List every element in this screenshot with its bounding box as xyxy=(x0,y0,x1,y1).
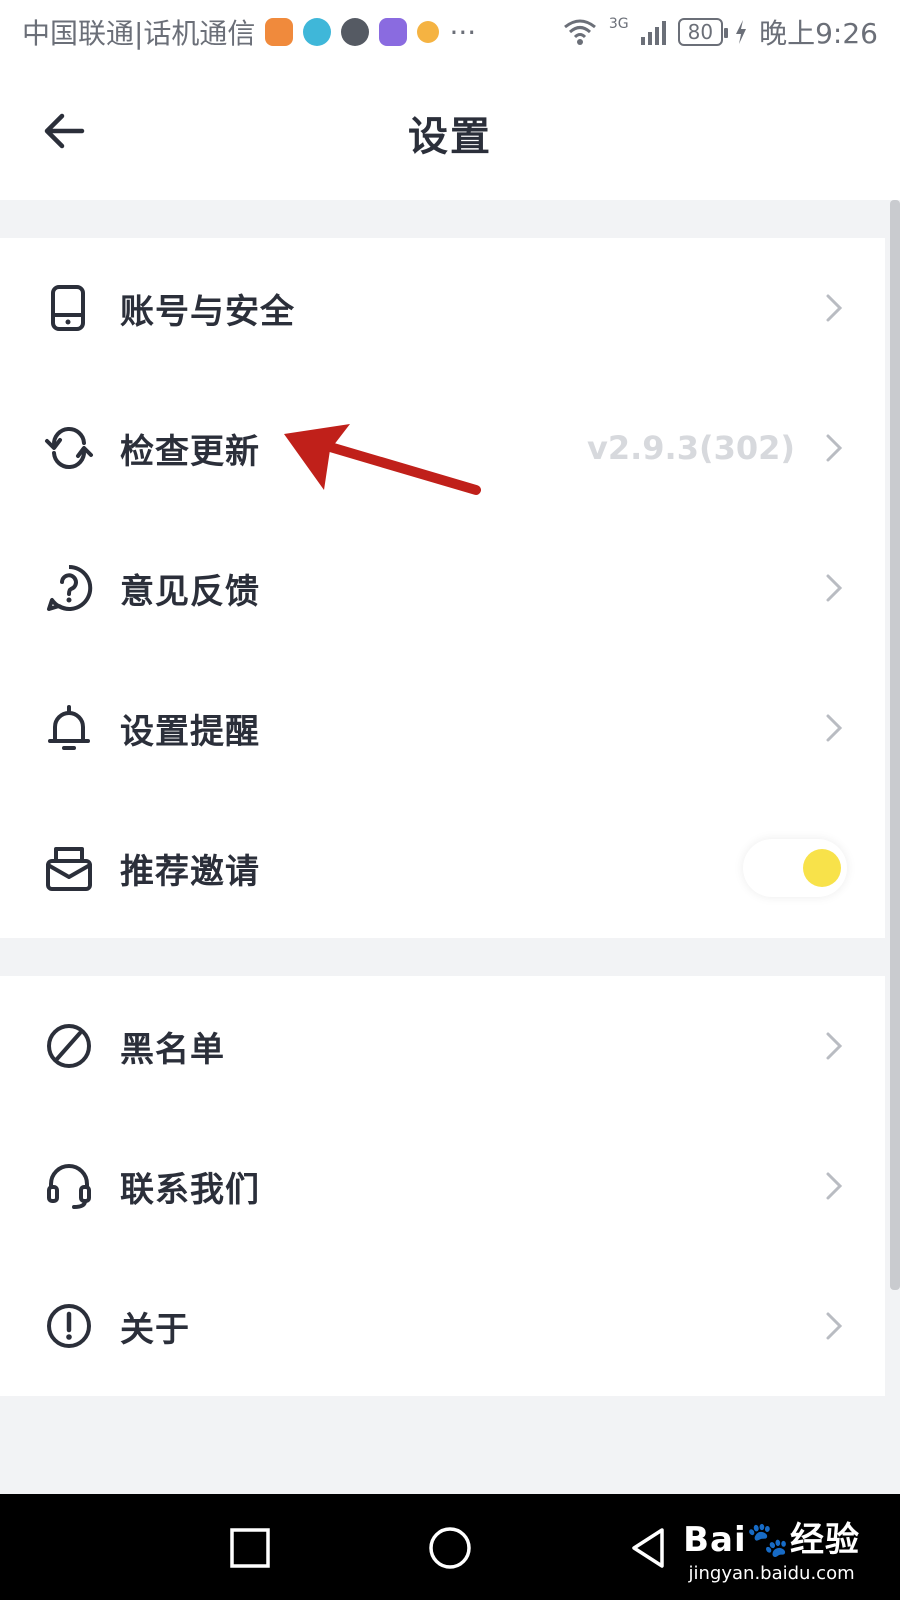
app-header: 设置 xyxy=(0,64,900,200)
scrollbar[interactable] xyxy=(890,200,900,1290)
mail-icon xyxy=(46,847,92,891)
status-left: 中国联通|话机通信 ··· xyxy=(22,12,476,52)
app-notification-icon xyxy=(417,21,440,43)
annotation-arrow-icon xyxy=(284,424,481,495)
home-button[interactable] xyxy=(426,1524,474,1572)
info-icon xyxy=(47,1304,91,1348)
chevron-right-icon xyxy=(826,574,843,602)
watermark-url: jingyan.baidu.com xyxy=(688,1563,855,1584)
status-bar: 中国联通|话机通信 ··· 3G 80 晚上9:26 xyxy=(0,0,900,64)
row-label: 联系我们 xyxy=(120,1169,260,1210)
settings-row-contact[interactable]: 联系我们 xyxy=(0,1116,885,1256)
page-title: 设置 xyxy=(408,114,492,160)
bell-icon xyxy=(48,705,90,750)
help-icon xyxy=(47,564,93,611)
chevron-right-icon xyxy=(826,294,843,322)
phone-icon xyxy=(51,285,85,331)
app-notification-icon xyxy=(265,18,294,46)
row-label: 检查更新 xyxy=(120,431,260,472)
row-label: 意见反馈 xyxy=(120,571,260,612)
toggle-knob xyxy=(803,849,841,887)
chevron-right-icon xyxy=(826,1172,843,1200)
watermark-brand: Bai🐾经验 xyxy=(683,1520,860,1560)
system-nav-bar: Bai🐾经验 jingyan.baidu.com xyxy=(0,1494,900,1600)
network-type: 3G xyxy=(608,16,629,32)
chevron-right-icon xyxy=(826,434,843,462)
signal-icon xyxy=(640,19,666,45)
charging-icon xyxy=(736,20,747,44)
row-label: 账号与安全 xyxy=(120,291,295,332)
settings-row-account-security[interactable]: 账号与安全 xyxy=(0,238,885,378)
settings-row-about[interactable]: 关于 xyxy=(0,1256,885,1396)
baidu-watermark: Bai🐾经验 jingyan.baidu.com xyxy=(683,1512,860,1584)
row-label: 关于 xyxy=(120,1309,190,1350)
refresh-icon xyxy=(45,426,93,470)
row-label: 黑名单 xyxy=(120,1029,225,1070)
battery-icon: 80 xyxy=(677,18,729,46)
settings-group-main: 账号与安全 检查更新 v2.9.3(302) 意见反馈 设置提醒 推荐邀请 xyxy=(0,238,885,938)
status-right: 3G 80 晚上9:26 xyxy=(563,12,878,52)
version-value: v2.9.3(302) xyxy=(586,429,795,467)
invite-toggle[interactable] xyxy=(743,839,847,897)
wifi-icon xyxy=(563,19,596,45)
headset-icon xyxy=(47,1164,91,1209)
back-nav-button[interactable] xyxy=(624,1524,672,1572)
settings-row-reminder[interactable]: 设置提醒 xyxy=(0,658,885,798)
chevron-right-icon xyxy=(826,1032,843,1060)
more-notifications: ··· xyxy=(449,15,477,49)
clock: 晚上9:26 xyxy=(759,17,878,50)
chevron-right-icon xyxy=(826,1312,843,1340)
settings-row-feedback[interactable]: 意见反馈 xyxy=(0,518,885,658)
settings-row-blacklist[interactable]: 黑名单 xyxy=(0,976,885,1116)
recent-apps-button[interactable] xyxy=(226,1524,274,1572)
chevron-right-icon xyxy=(826,714,843,742)
row-label: 推荐邀请 xyxy=(120,851,260,892)
row-label: 设置提醒 xyxy=(120,711,260,752)
carrier-text: 中国联通|话机通信 xyxy=(22,17,256,50)
app-notification-icon xyxy=(379,18,408,46)
chat-notification-icon xyxy=(341,18,370,46)
app-notification-icon xyxy=(303,18,332,46)
block-icon xyxy=(47,1024,91,1068)
settings-row-invite[interactable]: 推荐邀请 xyxy=(0,798,885,938)
settings-group-secondary: 黑名单 联系我们 关于 xyxy=(0,976,885,1396)
